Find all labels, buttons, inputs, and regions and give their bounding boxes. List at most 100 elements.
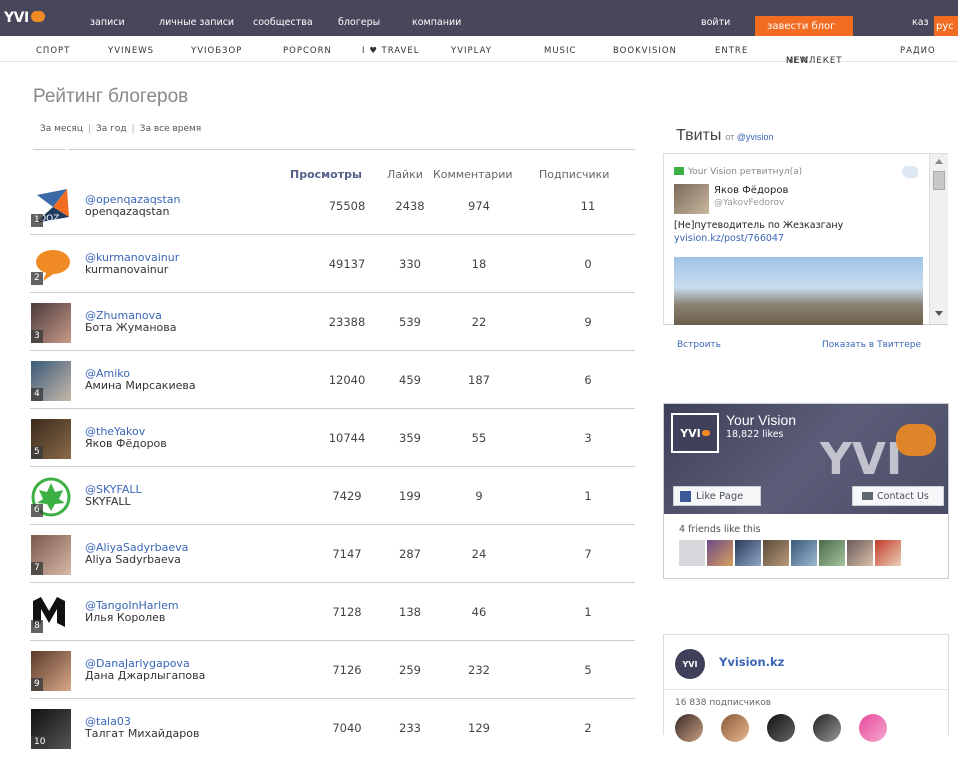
subscribers-value: 2 [584,721,592,735]
cover-logo-bubble [896,424,936,456]
envelope-icon [862,492,873,500]
section-yviplay[interactable]: YVIPLAY [451,46,492,56]
blogger-row[interactable]: 5 @theYakov Яков Фёдоров 10744 359 55 3 [30,409,635,467]
tabs-divider [33,149,635,150]
tweet-author-avatar[interactable] [674,184,709,214]
blogger-avatar[interactable]: 5 [31,419,71,459]
blogger-avatar[interactable]: 10 [31,709,71,749]
retweet-note: Your Vision ретвитнул(а) [674,167,802,177]
blogger-avatar[interactable]: 7 [31,535,71,575]
period-tabs: За месяц | За год | За все время [40,124,201,134]
rank-badge: 9 [31,678,43,691]
blogger-avatar[interactable]: 4 [31,361,71,401]
tweet-author-name[interactable]: Яков Фёдоров [714,185,788,196]
friend-avatar[interactable] [875,540,901,566]
blogger-avatar[interactable]: OQZ 1 [31,187,71,227]
blogger-row[interactable]: 10 @tala03 Талгат Михайдаров 7040 233 129 2 [30,699,635,757]
likes-value: 199 [399,489,421,503]
blogger-name: kurmanovainur [85,263,169,276]
tweet-author-handle[interactable]: @YakovFedorov [714,198,784,208]
nav-posts[interactable]: записи [90,17,125,28]
site-logo[interactable]: YVI [0,0,60,36]
tweet-image[interactable] [674,257,923,325]
comments-value: 974 [468,199,490,213]
subscriber-avatar[interactable] [813,714,841,742]
friend-avatar[interactable] [791,540,817,566]
tweets-from: от [725,132,735,142]
blogger-row[interactable]: 9 @DanaJarlygapova Дана Джарлыгапова 7126 25… [30,641,635,699]
friend-avatar[interactable] [763,540,789,566]
comments-value: 9 [475,489,483,503]
blogger-row[interactable]: 6 @SKYFALL SKYFALL 7429 199 9 1 [30,467,635,525]
blogger-row[interactable]: 3 @Zhumanova Бота Жуманова 23388 539 22 9 [30,293,635,351]
blogger-name: Илья Королев [85,611,166,624]
friend-avatar[interactable] [735,540,761,566]
blogger-row[interactable]: 7 @AliyaSadyrbaeva Aliya Sadyrbaeva 7147 287… [30,525,635,583]
scroll-thumb[interactable] [933,171,945,190]
subscribers-value: 3 [584,431,592,445]
embed-link[interactable]: Встроить [677,340,721,350]
blogger-avatar[interactable]: 9 [31,651,71,691]
nav-bloggers[interactable]: блогеры [338,17,380,28]
lang-rus-button[interactable]: рус [934,16,958,36]
blogger-row[interactable]: 8 @TangoInHarlem Илья Королев 7128 138 46 1 [30,583,635,641]
comments-value: 22 [471,315,487,329]
friend-avatar[interactable] [679,540,705,566]
twitter-timeline: Your Vision ретвитнул(а) Яков Фёдоров @Y… [663,153,948,325]
facebook-page-name[interactable]: Your Vision [726,412,796,428]
section-popcorn[interactable]: POPCORN [283,46,332,56]
tab-month[interactable]: За месяц [40,124,83,134]
tweets-account-link[interactable]: @yvision [737,132,774,142]
tab-all-time[interactable]: За все время [140,124,202,134]
start-blog-button[interactable]: завести блог [755,16,853,36]
blogger-row[interactable]: OQZ 1 @openqazaqstan openqazaqstan 75508 2438… [30,177,635,235]
scroll-up-icon[interactable] [935,159,943,164]
subscriber-avatar[interactable] [767,714,795,742]
friend-avatar[interactable] [819,540,845,566]
section-bookvision[interactable]: BOOKVISION [613,46,677,56]
section-entre[interactable]: ENTRE [715,46,748,56]
tweet-link[interactable]: yvision.kz/post/766047 [674,233,784,244]
contact-us-button[interactable]: Contact Us [852,486,944,506]
yvision-logo[interactable]: YVI [675,649,705,679]
twitter-bird-icon[interactable] [902,166,918,178]
subscriber-avatar[interactable] [721,714,749,742]
nav-companies[interactable]: компании [412,17,461,28]
login-link[interactable]: войти [701,17,730,28]
nav-personal-posts[interactable]: личные записи [159,17,234,28]
facebook-cover[interactable]: YVI YVI Your Vision 18,822 likes Like Pa… [664,404,948,514]
section-music[interactable]: MUSIC [544,46,576,56]
nav-communities[interactable]: сообщества [253,17,313,28]
section-travel[interactable]: I ♥ TRAVEL [362,46,419,56]
subscribers-value: 11 [580,199,596,213]
section-nav: СПОРТ YVINEWS YVIОБЗОР POPCORN I ♥ TRAVE… [0,36,958,66]
section-yvinews[interactable]: YVINEWS [108,46,154,56]
scroll-down-icon[interactable] [935,311,943,316]
blogger-avatar[interactable]: 2 [31,245,71,285]
blogger-avatar[interactable]: 3 [31,303,71,343]
blogger-row[interactable]: 2 @kurmanovainur kurmanovainur 49137 330 18 0 [30,235,635,293]
section-sport[interactable]: СПОРТ [36,46,70,56]
friend-avatar[interactable] [847,540,873,566]
blogger-name: Дана Джарлыгапова [85,669,206,682]
blogger-avatar[interactable]: 6 [31,477,71,517]
section-radio[interactable]: РАДИО [900,46,936,56]
like-page-button[interactable]: Like Page [673,486,761,506]
subscriber-avatar[interactable] [859,714,887,742]
lang-kaz-link[interactable]: каз [912,17,929,28]
subscriber-avatars [675,714,887,742]
comments-value: 24 [471,547,487,561]
blogger-avatar[interactable]: 8 [31,593,71,633]
blogger-row[interactable]: 4 @Amiko Амина Мирсакиева 12040 459 187 6 [30,351,635,409]
show-on-twitter-link[interactable]: Показать в Твиттере [822,340,921,350]
friend-avatar[interactable] [707,540,733,566]
yvision-name-link[interactable]: Yvision.kz [719,655,784,669]
facebook-page-logo[interactable]: YVI [671,413,719,453]
comments-value: 187 [468,373,490,387]
widget-divider [664,689,948,690]
section-yviobzor[interactable]: YVIОБЗОР [191,46,242,56]
subscriber-avatar[interactable] [675,714,703,742]
rank-badge: 5 [31,446,43,459]
tab-year[interactable]: За год [96,124,127,134]
timeline-scrollbar[interactable] [929,154,948,324]
